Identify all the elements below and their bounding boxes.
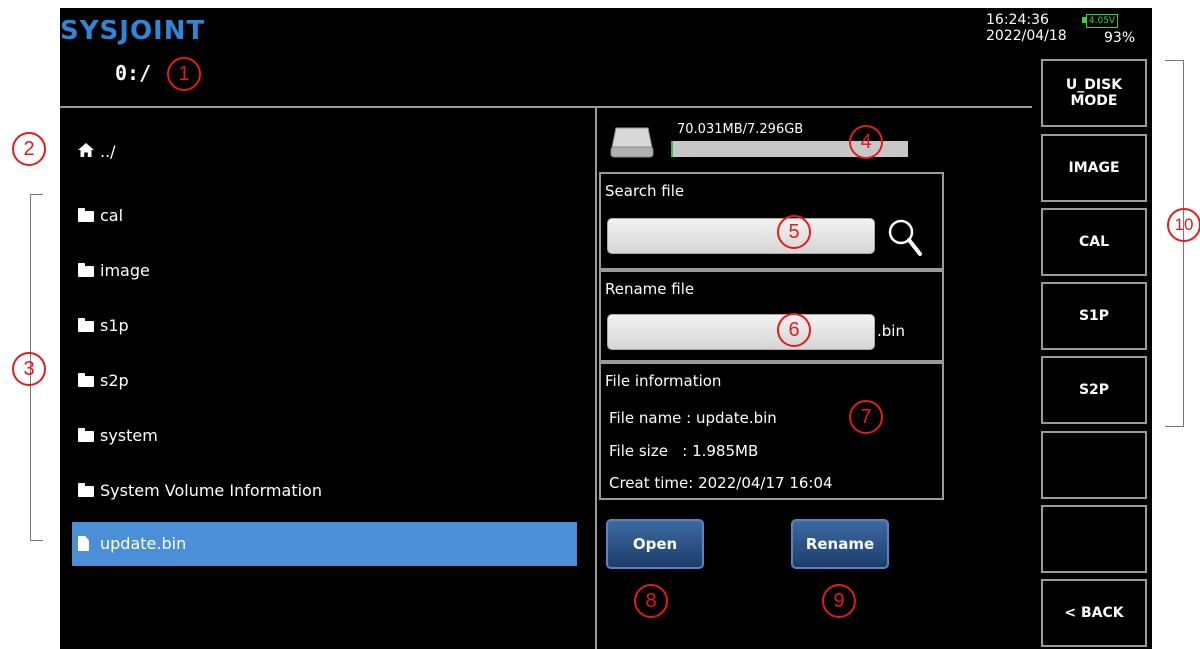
header-divider [60,106,1032,108]
file-list-item-label: cal [100,206,124,225]
file-name-line: File name : update.bin [609,409,777,427]
folder-icon [78,414,96,458]
file-list-item[interactable]: update.bin [72,522,577,566]
device-screen: SYSJOINT 0:/ 16:24:36 2022/04/18 4.05V 9… [60,8,1152,649]
file-list-item[interactable]: cal [72,194,577,238]
softkey-6[interactable] [1041,431,1147,499]
disk-icon [610,126,654,158]
parent-directory-item[interactable]: ../ [72,130,577,174]
annotation-marker-5: 5 [777,215,811,249]
file-size-line: File size : 1.985MB [609,442,759,460]
annotation-marker-4: 4 [849,125,883,159]
pane-divider [595,107,597,649]
file-list-item[interactable]: s1p [72,304,577,348]
current-path: 0:/ [115,61,152,85]
clock: 16:24:36 2022/04/18 [986,12,1067,44]
annotation-marker-1: 1 [167,57,201,91]
search-input[interactable] [607,218,875,254]
softkey-7[interactable] [1041,505,1147,573]
file-list-item[interactable]: system [72,414,577,458]
annotation-marker-2: 2 [12,132,46,166]
folder-icon [78,249,96,293]
annotation-marker-9: 9 [822,584,856,618]
search-title: Search file [605,182,685,200]
folder-icon [78,194,96,238]
softkey-2[interactable]: IMAGE [1041,134,1147,202]
annotation-marker-6: 6 [777,313,811,347]
clock-time: 16:24:36 [986,12,1049,28]
file-list-item[interactable]: s2p [72,359,577,403]
annotation-marker-3: 3 [12,352,46,386]
softkey-3[interactable]: CAL [1041,208,1147,276]
battery-icon: 4.05V [1086,14,1118,28]
file-list-item-label: System Volume Information [100,481,322,500]
file-list-item[interactable]: System Volume Information [72,469,577,513]
rename-panel: Rename file .bin [599,270,944,362]
softkey-5[interactable]: S2P [1041,356,1147,424]
file-list-item-label: s1p [100,316,129,335]
storage-usage-text: 70.031MB/7.296GB [677,122,804,137]
search-panel: Search file [599,172,944,270]
annotation-marker-10: 10 [1167,208,1200,242]
annotation-marker-7: 7 [849,400,883,434]
folder-icon [78,359,96,403]
home-icon [78,130,96,174]
rename-input[interactable] [607,314,875,350]
file-info-panel: File information File name : update.bin … [599,362,944,500]
open-button[interactable]: Open [606,519,704,569]
softkey-4[interactable]: S1P [1041,282,1147,350]
file-icon [78,522,96,566]
file-list-item[interactable]: image [72,249,577,293]
folder-icon [78,469,96,513]
file-list-item-label: s2p [100,371,129,390]
file-list-item-label: image [100,261,150,280]
brand-logo: SYSJOINT [60,16,206,46]
annotation-marker-8: 8 [634,584,668,618]
rename-extension: .bin [877,322,905,340]
parent-directory-label: ../ [100,142,116,161]
storage-usage-fill [671,141,674,157]
file-info-title: File information [605,372,722,390]
softkey-1[interactable]: U_DISK MODE [1041,59,1147,127]
search-icon[interactable] [887,218,923,258]
rename-button[interactable]: Rename [791,519,889,569]
softkey-bracket [1165,60,1184,427]
rename-title: Rename file [605,280,695,298]
folder-icon [78,304,96,348]
file-list-item-label: update.bin [100,534,187,553]
softkey-8[interactable]: < BACK [1041,579,1147,647]
battery-percent: 93% [1104,30,1136,46]
clock-date: 2022/04/18 [986,28,1067,44]
file-time-line: Creat time: 2022/04/17 16:04 [609,474,833,492]
file-list-item-label: system [100,426,158,445]
